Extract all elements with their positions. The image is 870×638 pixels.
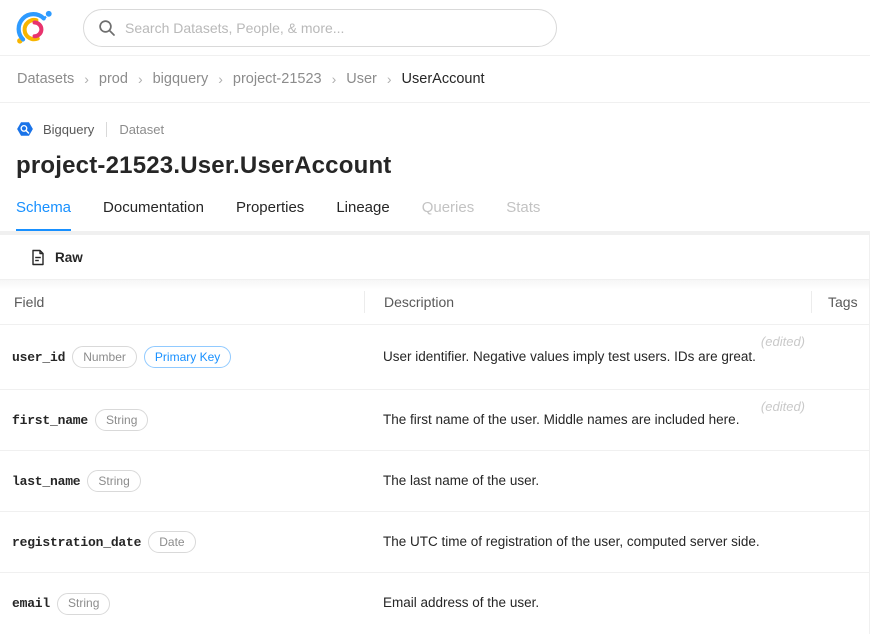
- type-badge: String: [87, 470, 141, 492]
- breadcrumb-item-datasets[interactable]: Datasets: [17, 71, 74, 87]
- tags-cell[interactable]: [810, 390, 869, 450]
- field-badges: Number Primary Key: [72, 346, 232, 368]
- breadcrumb-separator: ›: [218, 71, 223, 87]
- field-badges: Date: [148, 531, 196, 553]
- edited-flag: (edited): [760, 399, 805, 414]
- description-cell[interactable]: The last name of the user.: [364, 451, 810, 511]
- type-badge: Number: [72, 346, 137, 368]
- field-description: The UTC time of registration of the user…: [383, 533, 760, 549]
- raw-toggle-button[interactable]: Raw: [55, 250, 83, 265]
- tab-documentation[interactable]: Documentation: [103, 199, 204, 231]
- column-header-tags: Tags: [828, 294, 858, 310]
- field-description: The first name of the user. Middle names…: [383, 411, 740, 427]
- datahub-logo-icon[interactable]: [13, 6, 57, 50]
- search-icon: [99, 19, 115, 36]
- table-row[interactable]: last_name String The last name of the us…: [0, 451, 869, 512]
- tab-lineage[interactable]: Lineage: [336, 199, 389, 231]
- breadcrumb-separator: ›: [331, 71, 337, 87]
- field-cell: user_id Number Primary Key: [0, 325, 364, 389]
- field-description: The last name of the user.: [383, 472, 540, 488]
- bigquery-icon: [17, 122, 33, 136]
- entity-type-label: Dataset: [119, 121, 165, 137]
- raw-document-icon: [32, 249, 44, 265]
- tab-queries: Queries: [421, 199, 475, 216]
- description-cell[interactable]: The first name of the user. Middle names…: [364, 390, 810, 450]
- field-description: Email address of the user.: [383, 595, 540, 611]
- field-description: User identifier. Negative values imply t…: [383, 348, 756, 364]
- breadcrumb-item-bigquery[interactable]: bigquery: [153, 71, 209, 87]
- schema-table-body: user_id Number Primary Key User identifie…: [0, 325, 869, 634]
- table-row[interactable]: user_id Number Primary Key User identifie…: [0, 325, 869, 390]
- field-cell: registration_date Date: [0, 512, 364, 572]
- entity-header: Bigquery Dataset project-21523.User.User…: [0, 103, 870, 231]
- field-name: first_name: [12, 412, 89, 428]
- breadcrumb-item-useraccount[interactable]: UserAccount: [402, 71, 485, 87]
- breadcrumb-separator: ›: [386, 71, 392, 87]
- table-row[interactable]: first_name String The first name of the …: [0, 390, 869, 451]
- field-cell: first_name String: [0, 390, 364, 450]
- field-name: last_name: [12, 473, 81, 489]
- description-cell[interactable]: User identifier. Negative values imply t…: [364, 325, 810, 389]
- description-cell[interactable]: The UTC time of registration of the user…: [364, 512, 810, 572]
- field-cell: last_name String: [0, 451, 364, 511]
- field-badges: String: [87, 470, 141, 492]
- description-cell[interactable]: Email address of the user.: [364, 573, 810, 634]
- tab-properties[interactable]: Properties: [236, 199, 304, 231]
- tags-cell[interactable]: [810, 573, 869, 634]
- search-box[interactable]: [83, 8, 557, 47]
- primary-key-badge: Primary Key: [143, 346, 232, 368]
- breadcrumb-item-project-21523[interactable]: project-21523: [233, 71, 322, 87]
- breadcrumb: Datasets › prod › bigquery › project-21523 › Use…: [0, 56, 870, 103]
- table-row[interactable]: registration_date Date The UTC time of r…: [0, 512, 869, 573]
- type-badge: String: [57, 592, 111, 615]
- breadcrumb-item-prod[interactable]: prod: [99, 71, 128, 87]
- tags-cell[interactable]: [810, 325, 869, 389]
- platform-type-divider: [106, 121, 108, 137]
- search-input[interactable]: [125, 19, 542, 36]
- breadcrumb-item-user[interactable]: User: [346, 71, 377, 87]
- platform-row: Bigquery Dataset: [16, 119, 854, 139]
- tab-bar: Schema Documentation Properties Lineage Quer…: [16, 199, 854, 231]
- column-header-field: Field: [14, 294, 45, 310]
- schema-panel: Raw Field Description Tags user_id Numbe…: [0, 235, 870, 634]
- breadcrumb-separator: ›: [137, 71, 143, 87]
- type-badge: Date: [148, 531, 196, 553]
- type-badge: String: [95, 409, 149, 431]
- field-cell: email String: [0, 573, 364, 634]
- field-badges: String: [95, 409, 149, 431]
- field-badges: String: [57, 592, 111, 615]
- schema-table-header: Field Description Tags: [0, 280, 869, 325]
- field-name: user_id: [12, 349, 66, 365]
- field-name: registration_date: [12, 534, 142, 550]
- tags-cell[interactable]: [810, 451, 869, 511]
- tab-stats: Stats: [506, 199, 541, 216]
- platform-name: Bigquery: [43, 121, 95, 137]
- tags-cell[interactable]: [810, 512, 869, 572]
- column-header-description: Description: [384, 294, 455, 310]
- breadcrumb-separator: ›: [84, 71, 89, 87]
- tab-schema[interactable]: Schema: [16, 199, 72, 231]
- edited-flag: (edited): [760, 334, 805, 349]
- top-nav: [0, 0, 870, 56]
- schema-toolbar: Raw: [0, 235, 869, 280]
- page-title: project-21523.User.UserAccount: [16, 152, 392, 179]
- field-name: email: [12, 596, 51, 611]
- table-row[interactable]: email String Email address of the user.: [0, 573, 869, 634]
